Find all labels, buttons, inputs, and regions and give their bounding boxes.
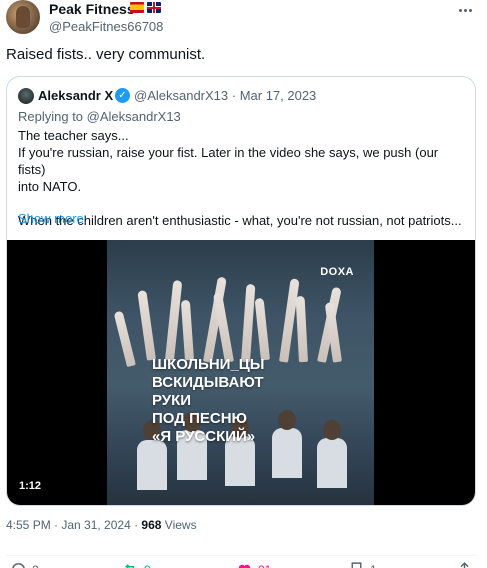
views-count: 968 xyxy=(141,518,162,532)
author-avatar[interactable] xyxy=(6,0,40,34)
quoted-text-line: The teacher says... xyxy=(18,128,129,143)
author-handle[interactable]: @PeakFitnes66708 xyxy=(49,19,163,34)
video-watermark: DOXA xyxy=(320,266,354,278)
video-frame: DOXA ШКОЛЬНИ_ЦЫ ВСКИДЫВАЮТ РУКИ ПОД ПЕСН… xyxy=(107,240,374,505)
bookmark-count: 1 xyxy=(370,563,377,568)
bookmark-icon xyxy=(351,562,362,568)
caption-line: ШКОЛЬНИ_ЦЫ xyxy=(152,356,265,373)
video-caption: ШКОЛЬНИ_ЦЫ ВСКИДЫВАЮТ РУКИ ПОД ПЕСНЮ «Я … xyxy=(152,356,264,446)
like-icon xyxy=(238,564,251,568)
quoted-text-line: If you're russian, raise your fist. Late… xyxy=(18,145,439,177)
quoted-tweet-text: The teacher says... If you're russian, r… xyxy=(18,127,468,229)
quoted-author-name: Aleksandr X xyxy=(38,88,114,103)
share-icon xyxy=(460,562,469,568)
repost-icon xyxy=(125,564,135,568)
spain-flag-icon xyxy=(130,2,144,13)
action-bar: 2 9 21 1 xyxy=(6,555,476,568)
uk-flag-icon xyxy=(147,2,161,13)
replying-to: Replying to @AleksandrX13 xyxy=(18,109,181,124)
reply-button[interactable]: 2 xyxy=(10,561,39,568)
video-player[interactable]: DOXA ШКОЛЬНИ_ЦЫ ВСКИДЫВАЮТ РУКИ ПОД ПЕСН… xyxy=(7,240,475,505)
tweet-header: Peak Fitness @PeakFitnes66708 xyxy=(6,0,481,40)
reply-count: 2 xyxy=(32,563,39,568)
like-button[interactable]: 21 xyxy=(236,561,271,568)
like-count: 21 xyxy=(258,563,271,568)
flag-emojis xyxy=(130,2,161,13)
quoted-author-avatar xyxy=(18,88,34,104)
tweet-timestamp[interactable]: 4:55 PM · Jan 31, 2024 · xyxy=(6,518,141,532)
quoted-author-handle: @AleksandrX13 · Mar 17, 2023 xyxy=(134,88,317,103)
caption-line: «Я РУССКИЙ» xyxy=(152,428,256,445)
caption-line: ПОД ПЕСНЮ xyxy=(152,410,248,427)
reply-icon xyxy=(12,563,25,568)
tweet-meta: 4:55 PM · Jan 31, 2024 · 968 Views xyxy=(6,518,197,532)
tweet-text: Raised fists.. very communist. xyxy=(6,46,206,63)
caption-line: РУКИ xyxy=(152,392,192,409)
quoted-tweet-header: Aleksandr X ✓ @AleksandrX13 · Mar 17, 20… xyxy=(18,87,468,105)
more-icon[interactable] xyxy=(455,2,475,18)
quoted-text-line: into NATO. xyxy=(18,179,82,194)
repost-count: 9 xyxy=(144,563,151,568)
quoted-tweet[interactable]: Aleksandr X ✓ @AleksandrX13 · Mar 17, 20… xyxy=(6,76,476,506)
quoted-text-line: When the children aren't enthusiastic - … xyxy=(18,213,462,228)
show-more-link[interactable]: Show more xyxy=(18,211,84,226)
share-button[interactable] xyxy=(456,561,473,568)
caption-line: ВСКИДЫВАЮТ xyxy=(152,374,264,391)
bookmark-button[interactable]: 1 xyxy=(348,561,377,568)
author-name[interactable]: Peak Fitness xyxy=(49,1,135,17)
verified-icon: ✓ xyxy=(115,88,130,103)
views-label: Views xyxy=(161,518,197,532)
repost-button[interactable]: 9 xyxy=(122,561,151,568)
video-duration: 1:12 xyxy=(19,480,42,492)
